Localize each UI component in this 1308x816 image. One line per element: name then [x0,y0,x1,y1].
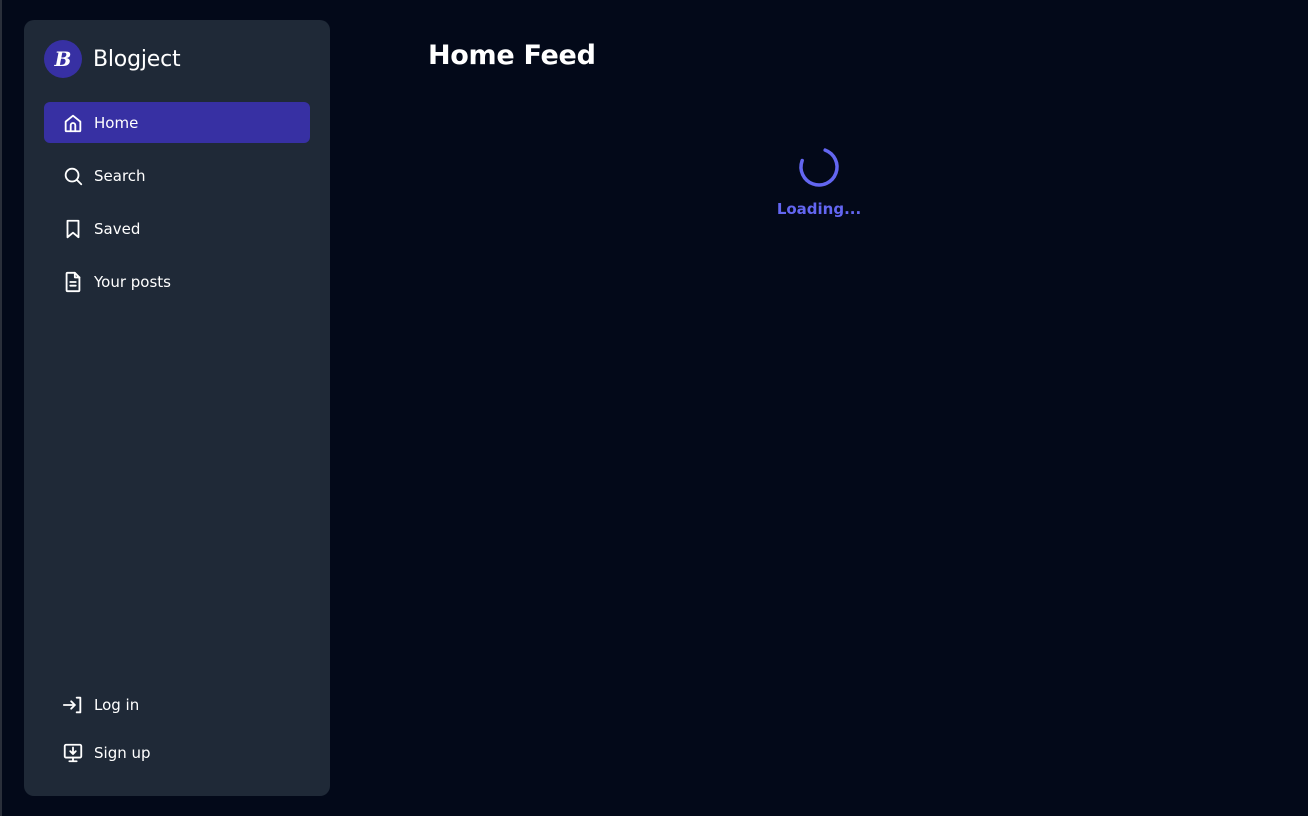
sidebar-item-label: Search [94,166,146,185]
sidebar-item-saved[interactable]: Saved [44,208,310,249]
app-window: B Blogject Home Search Saved Your posts … [0,0,1308,816]
login-label: Log in [94,696,140,714]
loading-text: Loading... [776,200,862,218]
sidebar-nav: Home Search Saved Your posts [44,102,310,314]
login-button[interactable]: Log in [44,685,310,725]
brand-logo-letter: B [54,47,72,71]
sidebar-auth-nav: Log in Sign up [44,685,310,781]
signup-button[interactable]: Sign up [44,733,310,773]
signup-label: Sign up [94,744,151,762]
login-icon [62,694,84,716]
sidebar-item-home[interactable]: Home [44,102,310,143]
sidebar-item-label: Your posts [94,272,171,291]
document-icon [62,271,84,293]
home-icon [62,112,84,134]
sidebar-item-your-posts[interactable]: Your posts [44,261,310,302]
sidebar-item-search[interactable]: Search [44,155,310,196]
brand[interactable]: B Blogject [44,40,181,78]
page-title: Home Feed [428,40,596,71]
loading-indicator: Loading... [719,144,919,218]
spinner-icon [799,147,839,187]
sidebar-item-label: Saved [94,219,141,238]
signup-icon [62,742,84,764]
brand-name: Blogject [93,46,181,72]
bookmark-icon [62,218,84,240]
search-icon [62,165,84,187]
brand-logo: B [44,40,82,78]
sidebar: B Blogject Home Search Saved Your posts … [24,20,330,796]
sidebar-item-label: Home [94,113,139,132]
